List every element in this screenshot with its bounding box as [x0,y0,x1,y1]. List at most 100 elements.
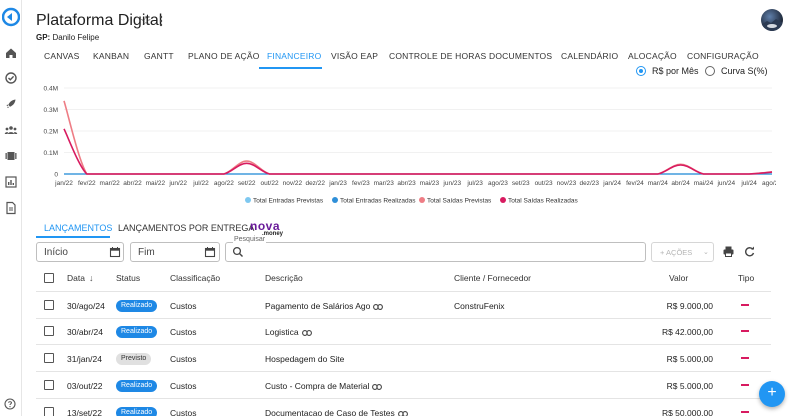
check-circle-icon[interactable] [4,71,18,85]
end-date-placeholder: Fim [138,247,155,258]
row-checkbox[interactable] [44,380,54,390]
x-tick-label: dez/23 [580,180,600,187]
bar-chart-icon[interactable] [4,175,18,189]
plus-icon: + [767,384,777,401]
link-icon[interactable] [301,329,312,336]
subtab-lancamentos-por-entrega[interactable]: LANÇAMENTOS POR ENTREGA [118,223,254,233]
table-row[interactable]: 13/set/22 Realizado Custos Documentacao de … [36,400,771,416]
tab-canvas[interactable]: CANVAS [44,51,80,61]
document-icon[interactable] [4,201,18,215]
sub-tabs: LANÇAMENTOS LANÇAMENTOS POR ENTREGA nova… [36,218,796,238]
x-tick-label: mai/22 [146,180,166,187]
header-classificacao[interactable]: Classificação [170,273,220,283]
series-line-2 [63,100,773,175]
project-manager: GP: Danilo Felipe [36,33,99,42]
logo-icon[interactable] [2,6,20,28]
cell-valor: R$ 5.000,00 [666,381,713,391]
gp-name: Danilo Felipe [52,33,100,42]
add-entry-button[interactable]: + [759,381,785,407]
cell-descricao-text: Documentacao de Caso de Testes [265,408,395,416]
tab-documentos[interactable]: DOCUMENTOS [489,51,552,61]
legend-marker [245,197,251,203]
link-icon[interactable] [397,410,408,416]
team-icon[interactable] [4,123,18,137]
header-status[interactable]: Status [116,273,140,283]
radio-curva-s[interactable] [705,66,715,76]
x-tick-label: ago/22 [214,180,234,187]
x-tick-label: jun/22 [168,180,187,187]
header-tipo[interactable]: Tipo [738,273,754,283]
cell-descricao: Custo - Compra de Material [265,381,383,391]
calendar-icon[interactable] [204,246,216,258]
calendar-icon[interactable] [109,246,121,258]
tab-alocacao[interactable]: ALOCAÇÃO [628,51,677,61]
x-tick-label: set/22 [238,180,256,187]
cell-data: 30/ago/24 [67,301,105,311]
tab-financeiro[interactable]: FINANCEIRO [267,51,321,61]
tipo-saida-icon [741,384,749,386]
start-date-field[interactable]: Início [36,242,124,262]
tab-gantt[interactable]: GANTT [144,51,174,61]
tab-kanban[interactable]: KANBAN [93,51,129,61]
tipo-saida-icon [741,330,749,332]
end-date-field[interactable]: Fim [130,242,220,262]
home-icon[interactable] [4,46,18,60]
help-icon[interactable] [4,398,16,410]
y-tick-label: 0 [54,172,58,179]
x-tick-label: ago/24 [762,180,776,187]
print-icon[interactable] [722,245,735,258]
x-tick-label: abr/23 [397,180,416,187]
tab-configuracao[interactable]: CONFIGURAÇÃO [687,51,759,61]
cell-classificacao: Custos [170,408,197,416]
favorite-star-icon[interactable]: ☆ [140,13,152,29]
status-badge: Realizado [116,326,158,338]
select-all-checkbox[interactable] [44,273,54,283]
table-row[interactable]: 03/out/22 Realizado Custos Custo - Compra d… [36,373,771,399]
link-icon[interactable] [372,383,383,390]
radio-rs-por-mes[interactable] [636,66,646,76]
x-tick-label: mar/22 [100,180,121,187]
tab-plano-de-acao[interactable]: PLANO DE AÇÃO [188,51,260,61]
acoes-button[interactable]: + AÇÕES ⌄ [651,242,714,262]
link-icon[interactable] [373,303,384,310]
acoes-label: + AÇÕES [660,248,693,257]
cell-valor: R$ 50.000,00 [661,408,713,416]
tab-visao-eap[interactable]: VISÃO EAP [331,51,378,61]
film-icon[interactable] [4,149,18,163]
series-line-3 [63,128,773,175]
subtab-lancamentos[interactable]: LANÇAMENTOS [44,223,112,233]
tab-calendario[interactable]: CALENDÁRIO [561,51,618,61]
table-row[interactable]: 31/jan/24 Previsto Custos Hospedagem do Sit… [36,346,771,372]
header-valor[interactable]: Valor [669,273,688,283]
row-checkbox[interactable] [44,353,54,363]
x-tick-label: nov/23 [557,180,577,187]
header-descricao[interactable]: Descrição [265,273,303,283]
radio-rs-por-mes-label[interactable]: R$ por Mês [652,66,699,76]
legend-marker [419,197,425,203]
row-checkbox[interactable] [44,326,54,336]
header-data[interactable]: Data ↓ [67,273,93,283]
sort-arrow-down-icon[interactable]: ↓ [89,273,94,283]
avatar[interactable] [761,9,783,31]
legend-marker [332,197,338,203]
y-tick-label: 0.4M [44,86,58,93]
more-options-icon[interactable] [158,14,164,28]
x-tick-label: jul/23 [466,180,483,187]
tab-controle-de-horas[interactable]: CONTROLE DE HORAS [389,51,486,61]
cell-descricao: Documentacao de Caso de Testes [265,408,408,416]
header-data-label: Data [67,273,85,283]
x-tick-label: mai/23 [420,180,440,187]
tipo-saida-icon [741,411,749,413]
radio-curva-s-label[interactable]: Curva S(%) [721,66,768,76]
row-checkbox[interactable] [44,407,54,416]
rocket-icon[interactable] [4,97,18,111]
header-cliente[interactable]: Cliente / Fornecedor [454,273,531,283]
cell-data: 30/abr/24 [67,327,103,337]
table-row[interactable]: 30/abr/24 Realizado Custos Logistica R$ 42.0… [36,319,771,345]
row-checkbox[interactable] [44,300,54,310]
refresh-icon[interactable] [743,245,756,258]
status-badge: Realizado [116,380,158,392]
x-tick-label: mai/24 [694,180,714,187]
search-input[interactable] [225,242,646,262]
table-row[interactable]: 30/ago/24 Realizado Custos Pagamento de Sal… [36,293,771,319]
